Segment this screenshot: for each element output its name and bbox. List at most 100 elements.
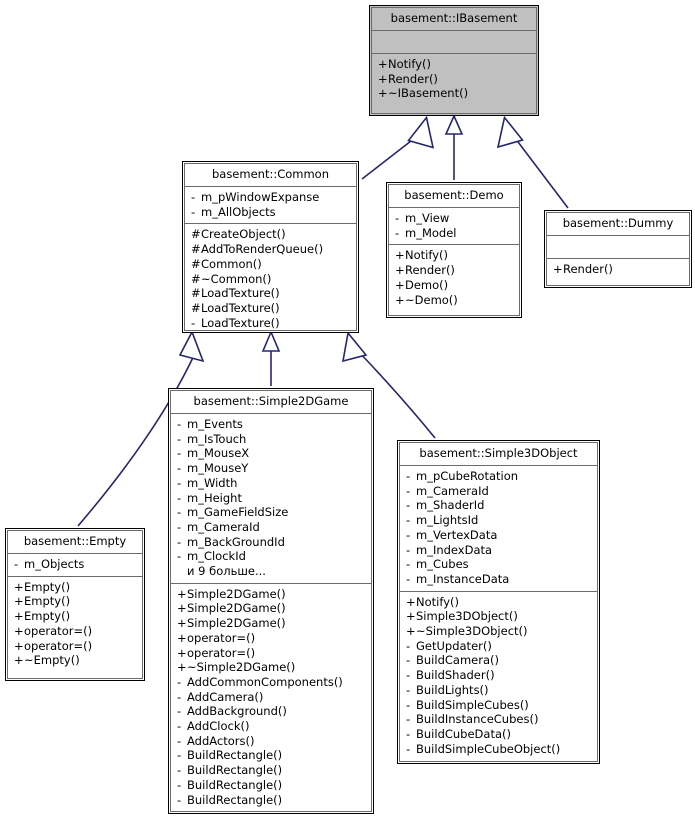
member-label: m_VertexData <box>416 527 498 542</box>
class-member-row: +Empty() <box>14 580 137 595</box>
member-label: m_LightsId <box>416 513 479 528</box>
class-member-row: +operator=() <box>177 631 366 646</box>
visibility-marker: - <box>177 534 182 549</box>
methods-empty: +Empty() +Empty() +Empty() +operator=() +ope… <box>8 577 142 672</box>
visibility-marker: # <box>191 242 201 257</box>
visibility-marker: - <box>177 792 182 807</box>
visibility-marker: + <box>177 660 187 675</box>
class-title-dummy: basement::Dummy <box>562 216 674 230</box>
member-label: m_Objects <box>24 557 85 571</box>
class-member-row: - m_VertexData <box>406 528 592 543</box>
class-member-row: - BuildRectangle() <box>177 748 366 763</box>
class-member-row: +Notify() <box>395 248 514 263</box>
visibility-marker: + <box>406 624 416 639</box>
member-label: m_Events <box>187 417 243 431</box>
class-member-row: - m_Objects <box>14 557 137 572</box>
member-label: m_ShaderId <box>416 498 485 513</box>
member-label: AddClock() <box>187 719 250 734</box>
class-member-row: и 9 больше... <box>177 564 366 579</box>
visibility-marker: - <box>406 498 411 513</box>
class-member-row: - BuildRectangle() <box>177 778 366 793</box>
member-label: BuildRectangle() <box>187 763 283 778</box>
member-label: Simple2DGame() <box>187 616 286 631</box>
class-member-row: - m_BackGroundId <box>177 535 366 550</box>
member-label: m_GameFieldSize <box>187 505 289 520</box>
visibility-marker: - <box>406 469 411 483</box>
edge-demo-to-ibasement <box>444 114 464 180</box>
visibility-marker: + <box>14 623 24 638</box>
visibility-marker: - <box>177 777 182 792</box>
class-box-demo[interactable]: basement::Demo - m_View - m_Model +Notify()… <box>386 182 522 318</box>
methods-dummy: +Render() <box>547 259 689 281</box>
class-member-row: - m_LightsId <box>406 513 592 528</box>
visibility-marker: - <box>177 519 182 534</box>
class-title-demo: basement::Demo <box>404 188 504 202</box>
class-member-row: - AddCommonComponents() <box>177 675 366 690</box>
class-box-dummy[interactable]: basement::Dummy +Render() <box>544 210 692 288</box>
methods-simple2dgame: +Simple2DGame() +Simple2DGame() +Simple2DG… <box>171 584 371 812</box>
member-label: BuildRectangle() <box>187 748 283 763</box>
class-member-row: - m_View <box>395 211 514 226</box>
member-label: LoadTexture() <box>201 286 280 301</box>
class-member-row: - m_MouseY <box>177 461 366 476</box>
attributes-simple2dgame: - m_Events - m_IsTouch - m_MouseX - m_MouseY - m_… <box>171 414 371 583</box>
class-box-common[interactable]: basement::Common - m_pWindowExpanse - m_All… <box>182 161 359 333</box>
class-member-row: - BuildInstanceCubes() <box>406 712 592 727</box>
member-label: AddCommonComponents() <box>187 674 343 689</box>
visibility-marker: - <box>406 483 411 498</box>
member-label: m_pWindowExpanse <box>201 190 320 204</box>
methods-common: #CreateObject() #AddToRenderQueue() #Commo… <box>185 224 356 334</box>
class-member-row: - m_IsTouch <box>177 432 366 447</box>
member-label: BuildInstanceCubes() <box>416 712 539 727</box>
class-box-empty[interactable]: basement::Empty - m_Objects +Empty() +Empt… <box>5 528 145 681</box>
member-label: m_AllObjects <box>201 204 276 219</box>
member-label: m_Cubes <box>416 557 469 572</box>
member-label: m_CameraId <box>187 519 260 534</box>
class-member-row: #~Common() <box>191 272 351 287</box>
member-label: operator=() <box>187 630 256 645</box>
visibility-marker: - <box>406 653 411 668</box>
visibility-marker: + <box>14 579 24 594</box>
visibility-marker: + <box>14 594 24 609</box>
class-member-row: #Common() <box>191 257 351 272</box>
class-member-row: - BuildShader() <box>406 668 592 683</box>
class-member-row: - m_IndexData <box>406 543 592 558</box>
visibility-marker: + <box>177 586 187 601</box>
member-label: AddBackground() <box>187 704 287 719</box>
visibility-marker: - <box>406 638 411 653</box>
member-label: BuildRectangle() <box>187 777 283 792</box>
visibility-marker: - <box>177 431 182 446</box>
visibility-marker: + <box>395 277 405 292</box>
attributes-common: - m_pWindowExpanse - m_AllObjects <box>185 187 356 223</box>
class-box-simple3dobject[interactable]: basement::Simple3DObject - m_pCubeRotatio… <box>397 440 600 764</box>
class-box-ibasement[interactable]: basement::IBasement +Notify() +Render() +~… <box>369 5 539 116</box>
class-member-row: +Simple2DGame() <box>177 616 366 631</box>
visibility-marker: - <box>395 225 400 240</box>
class-member-row: +~Simple2DGame() <box>177 660 366 675</box>
member-label: Empty() <box>24 594 71 609</box>
visibility-marker: - <box>406 697 411 712</box>
class-member-row: +~Empty() <box>14 653 137 668</box>
member-label: Common() <box>201 256 262 271</box>
member-label: ~Simple3DObject() <box>416 624 528 639</box>
methods-simple3dobject: +Notify() +Simple3DObject() +~Simple3DObje… <box>400 592 597 761</box>
visibility-marker: - <box>14 557 19 571</box>
class-member-row: - m_ClockId <box>177 549 366 564</box>
visibility-marker: - <box>177 446 182 461</box>
visibility-marker: + <box>395 248 405 263</box>
class-member-row: - m_Cubes <box>406 557 592 572</box>
class-member-row: +Render() <box>395 263 514 278</box>
attributes-empty: - m_Objects <box>8 554 142 576</box>
member-label: Simple2DGame() <box>187 586 286 601</box>
class-member-row: +~Simple3DObject() <box>406 624 592 639</box>
class-box-simple2dgame[interactable]: basement::Simple2DGame - m_Events - m_IsTou… <box>168 388 374 814</box>
member-label: Notify() <box>405 248 448 263</box>
class-member-row: - m_Model <box>395 226 514 241</box>
member-label: m_CameraId <box>416 483 489 498</box>
member-label: Render() <box>405 263 455 278</box>
member-label: m_ClockId <box>187 549 246 564</box>
visibility-marker: + <box>406 594 416 609</box>
class-title-ibasement: basement::IBasement <box>390 11 518 25</box>
class-member-row: - m_pCubeRotation <box>406 469 592 484</box>
visibility-marker: + <box>14 609 24 624</box>
